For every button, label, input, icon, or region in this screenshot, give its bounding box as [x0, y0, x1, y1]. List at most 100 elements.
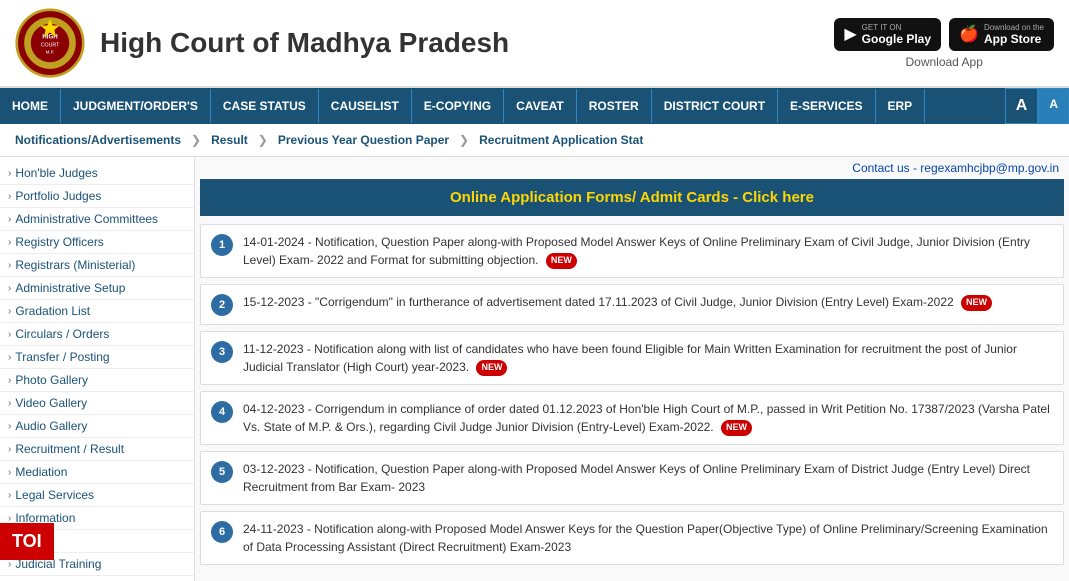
notification-number: 2: [211, 294, 233, 316]
notifications-list: 1 14-01-2024 - Notification, Question Pa…: [200, 224, 1064, 565]
chevron-icon: ›: [8, 283, 11, 294]
nav-judgment[interactable]: JUDGMENT/ORDER'S: [61, 89, 211, 123]
chevron-icon: ›: [8, 214, 11, 225]
list-item[interactable]: 5 03-12-2023 - Notification, Question Pa…: [200, 451, 1064, 505]
notification-number: 3: [211, 341, 233, 363]
app-store-label: App Store: [984, 32, 1044, 46]
sidebar-label-legal-services: Legal Services: [15, 488, 94, 502]
svg-text:COURT: COURT: [41, 43, 60, 49]
get-it-on-label: GET IT ON: [862, 23, 931, 32]
chevron-icon: ›: [8, 444, 11, 455]
sub-nav-sep-3: ❯: [459, 133, 469, 147]
site-title: High Court of Madhya Pradesh: [100, 27, 834, 59]
sidebar-label-honble-judges: Hon'ble Judges: [15, 166, 97, 180]
nav-caveat[interactable]: CAVEAT: [504, 89, 577, 123]
sidebar-label-transfer: Transfer / Posting: [15, 350, 109, 364]
nav-home[interactable]: HOME: [0, 89, 61, 123]
sidebar-item-legal-services[interactable]: › Legal Services: [0, 484, 194, 507]
nav-bar: HOME JUDGMENT/ORDER'S CASE STATUS CAUSEL…: [0, 88, 1069, 124]
sidebar-item-circulars[interactable]: › Circulars / Orders: [0, 323, 194, 346]
chevron-icon: ›: [8, 306, 11, 317]
nav-eservices[interactable]: E-SERVICES: [778, 89, 875, 123]
app-store-button[interactable]: 🍎 Download on the App Store: [949, 18, 1054, 51]
chevron-icon: ›: [8, 168, 11, 179]
notification-number: 1: [211, 234, 233, 256]
header: HIGH COURT M.P. High Court of Madhya Pra…: [0, 0, 1069, 88]
chevron-icon: ›: [8, 490, 11, 501]
sidebar-item-recruitment[interactable]: › Recruitment / Result: [0, 438, 194, 461]
sidebar-label-portfolio-judges: Portfolio Judges: [15, 189, 101, 203]
sidebar-item-photo-gallery[interactable]: › Photo Gallery: [0, 369, 194, 392]
notification-text: 24-11-2023 - Notification along-with Pro…: [243, 520, 1053, 556]
new-badge: NEW: [546, 253, 577, 269]
content-area: Contact us - regexamhcjbp@mp.gov.in Onli…: [195, 157, 1069, 581]
notification-text: 14-01-2024 - Notification, Question Pape…: [243, 233, 1053, 269]
sidebar-label-photo-gallery: Photo Gallery: [15, 373, 88, 387]
download-on-label: Download on the: [984, 23, 1044, 32]
chevron-icon: ›: [8, 352, 11, 363]
sub-nav-prev-year[interactable]: Previous Year Question Paper: [273, 130, 454, 150]
download-app-label: Download App: [905, 55, 982, 69]
toi-badge: TOI: [0, 523, 54, 560]
nav-case-status[interactable]: CASE STATUS: [211, 89, 319, 123]
notification-text: 11-12-2023 - Notification along with lis…: [243, 340, 1053, 376]
nav-causelist[interactable]: CAUSELIST: [319, 89, 412, 123]
sidebar-item-registry-officers[interactable]: › Registry Officers: [0, 231, 194, 254]
google-play-icon: ▶: [844, 24, 856, 44]
sidebar-item-mediation[interactable]: › Mediation: [0, 461, 194, 484]
sidebar-item-admin-setup[interactable]: › Administrative Setup: [0, 277, 194, 300]
app-buttons-group: ▶ GET IT ON Google Play 🍎 Download on th…: [834, 18, 1054, 51]
notification-number: 6: [211, 521, 233, 543]
sidebar-label-circulars: Circulars / Orders: [15, 327, 109, 341]
sidebar-item-audio-gallery[interactable]: › Audio Gallery: [0, 415, 194, 438]
nav-erp[interactable]: ERP: [876, 89, 926, 123]
sidebar-label-registrars: Registrars (Ministerial): [15, 258, 135, 272]
chevron-icon: ›: [8, 375, 11, 386]
sidebar-label-audio-gallery: Audio Gallery: [15, 419, 87, 433]
nav-roster[interactable]: ROSTER: [577, 89, 652, 123]
apple-icon: 🍎: [959, 24, 979, 44]
sidebar-label-video-gallery: Video Gallery: [15, 396, 87, 410]
sidebar-item-admin-committees[interactable]: › Administrative Committees: [0, 208, 194, 231]
chevron-icon: ›: [8, 237, 11, 248]
app-download-section: ▶ GET IT ON Google Play 🍎 Download on th…: [834, 18, 1054, 69]
sidebar-label-recruitment: Recruitment / Result: [15, 442, 124, 456]
contact-line[interactable]: Contact us - regexamhcjbp@mp.gov.in: [195, 157, 1069, 179]
google-play-label: Google Play: [862, 32, 931, 46]
font-small-button[interactable]: A: [1038, 88, 1069, 124]
new-badge: NEW: [721, 420, 752, 436]
font-size-controls: A A: [1005, 88, 1069, 124]
list-item[interactable]: 6 24-11-2023 - Notification along-with P…: [200, 511, 1064, 565]
list-item[interactable]: 2 15-12-2023 - "Corrigendum" in furthera…: [200, 284, 1064, 325]
notification-number: 5: [211, 461, 233, 483]
sub-nav-bar: Notifications/Advertisements ❯ Result ❯ …: [0, 124, 1069, 157]
sub-nav-recruitment-stat[interactable]: Recruitment Application Stat: [474, 130, 648, 150]
notification-text: 15-12-2023 - "Corrigendum" in furtheranc…: [243, 293, 1053, 311]
list-item[interactable]: 3 11-12-2023 - Notification along with l…: [200, 331, 1064, 385]
sidebar-label-gradation-list: Gradation List: [15, 304, 90, 318]
notification-text: 04-12-2023 - Corrigendum in compliance o…: [243, 400, 1053, 436]
sidebar: › Hon'ble Judges › Portfolio Judges › Ad…: [0, 157, 195, 581]
sidebar-item-portfolio-judges[interactable]: › Portfolio Judges: [0, 185, 194, 208]
notification-number: 4: [211, 401, 233, 423]
sidebar-item-video-gallery[interactable]: › Video Gallery: [0, 392, 194, 415]
admit-card-bar[interactable]: Online Application Forms/ Admit Cards - …: [200, 179, 1064, 216]
list-item[interactable]: 4 04-12-2023 - Corrigendum in compliance…: [200, 391, 1064, 445]
sidebar-item-transfer[interactable]: › Transfer / Posting: [0, 346, 194, 369]
chevron-icon: ›: [8, 513, 11, 524]
sidebar-item-registrars[interactable]: › Registrars (Ministerial): [0, 254, 194, 277]
new-badge: NEW: [961, 295, 992, 311]
sub-nav-result[interactable]: Result: [206, 130, 253, 150]
sidebar-item-gradation-list[interactable]: › Gradation List: [0, 300, 194, 323]
list-item[interactable]: 1 14-01-2024 - Notification, Question Pa…: [200, 224, 1064, 278]
nav-district-court[interactable]: DISTRICT COURT: [652, 89, 778, 123]
sub-nav-notifications[interactable]: Notifications/Advertisements: [10, 130, 186, 150]
nav-ecopying[interactable]: E-COPYING: [412, 89, 504, 123]
chevron-icon: ›: [8, 329, 11, 340]
chevron-icon: ›: [8, 559, 11, 570]
sidebar-label-admin-committees: Administrative Committees: [15, 212, 158, 226]
sidebar-item-honble-judges[interactable]: › Hon'ble Judges: [0, 162, 194, 185]
font-large-button[interactable]: A: [1005, 88, 1039, 124]
google-play-button[interactable]: ▶ GET IT ON Google Play: [834, 18, 941, 51]
chevron-icon: ›: [8, 191, 11, 202]
